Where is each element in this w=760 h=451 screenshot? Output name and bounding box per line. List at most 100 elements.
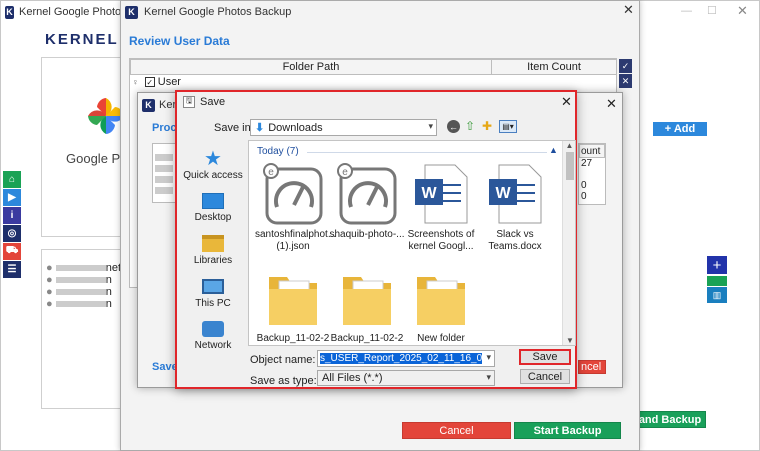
review-window-title: Kernel Google Photos Backup bbox=[144, 6, 292, 18]
file-item[interactable]: W Screenshots of kernel Googl... bbox=[403, 163, 479, 253]
object-name-label: Object name: bbox=[250, 354, 316, 366]
cancel-save-button[interactable]: Cancel bbox=[520, 369, 570, 384]
file-item[interactable]: e shaquib-photo-... bbox=[329, 163, 405, 241]
kernel-app-icon: K bbox=[5, 5, 14, 19]
folder-item[interactable]: Backup_11-02-2 bbox=[329, 267, 405, 345]
process-count-column: ount 27 0 0 bbox=[578, 143, 606, 205]
info-icon[interactable]: i bbox=[3, 207, 21, 224]
svg-text:W: W bbox=[495, 185, 511, 202]
video-icon[interactable]: ▶ bbox=[3, 189, 21, 206]
kernel-logo: KERNEL bbox=[45, 31, 119, 48]
report-icon[interactable]: ☰ bbox=[3, 261, 21, 278]
main-titlebar: K Kernel Google Photos Backup bbox=[5, 3, 121, 21]
downloads-icon: ⬇ bbox=[255, 122, 265, 134]
tree-root-row[interactable]: ♀ ✓ User bbox=[132, 76, 181, 88]
chevron-down-icon: ▾ bbox=[486, 372, 491, 382]
object-name-input[interactable]: s_USER_Report_2025_02_11_16_08_54.csv ▾ bbox=[317, 350, 495, 367]
select-all-icon[interactable]: ✓ bbox=[619, 59, 632, 73]
folder-icon bbox=[337, 267, 397, 329]
save-in-label: Save in: bbox=[214, 122, 254, 134]
svg-text:e: e bbox=[342, 167, 348, 178]
places-bar: ★ Quick access Desktop Libraries This PC… bbox=[178, 142, 248, 354]
save-dialog-title: Save bbox=[200, 96, 226, 108]
save-titlebar: 🖫 Save bbox=[183, 96, 225, 108]
save-dialog: 🖫 Save ✕ Save in: ⬇ Downloads ▾ ← ⇧ ✚ ▤▾… bbox=[175, 90, 577, 389]
collapse-icon[interactable]: ▲ bbox=[549, 145, 558, 155]
email-row[interactable]: ● n bbox=[46, 286, 112, 298]
support-icon[interactable]: ◎ bbox=[3, 225, 21, 242]
libraries-place[interactable]: Libraries bbox=[178, 232, 248, 266]
json-file-icon: e bbox=[263, 163, 323, 225]
group-header: Today (7) bbox=[257, 146, 299, 157]
review-titlebar: K Kernel Google Photos Backup bbox=[125, 3, 525, 21]
start-backup-main-button[interactable]: and Backup bbox=[634, 411, 706, 428]
star-icon: ★ bbox=[204, 148, 222, 170]
item-count-header: Item Count bbox=[491, 59, 617, 75]
new-folder-icon[interactable]: ✚ bbox=[482, 119, 492, 133]
quick-access-place[interactable]: ★ Quick access bbox=[178, 148, 248, 181]
save-button[interactable]: Save bbox=[519, 349, 571, 365]
home-icon[interactable]: ⌂ bbox=[3, 171, 21, 188]
chevron-down-icon[interactable]: ▾ bbox=[486, 352, 491, 363]
folder-icon bbox=[263, 267, 323, 329]
scroll-thumb[interactable] bbox=[565, 152, 574, 180]
cart-icon[interactable]: ⛟ bbox=[3, 243, 21, 260]
deselect-all-icon[interactable]: ✕ bbox=[619, 74, 632, 88]
email-row[interactable]: ● net bbox=[46, 262, 121, 274]
back-icon[interactable]: ← bbox=[447, 120, 460, 133]
svg-text:W: W bbox=[421, 185, 437, 202]
process-cancel-button[interactable]: ncel bbox=[578, 360, 606, 374]
save-as-type-label: Save as type: bbox=[250, 375, 317, 387]
start-backup-button[interactable]: Start Backup bbox=[514, 422, 621, 439]
folder-path-header: Folder Path bbox=[130, 59, 492, 75]
maximize-icon[interactable]: ☐ bbox=[707, 4, 717, 17]
process-table-left bbox=[152, 143, 176, 203]
chevron-down-icon: ▾ bbox=[428, 121, 433, 131]
cancel-button[interactable]: Cancel bbox=[402, 422, 511, 439]
kernel-app-icon: K bbox=[142, 98, 155, 112]
google-photos-label: Google P bbox=[66, 151, 121, 166]
review-heading: Review User Data bbox=[129, 34, 230, 48]
file-item[interactable]: W Slack vs Teams.docx bbox=[477, 163, 553, 253]
vertical-scrollbar[interactable]: ▲ ▼ bbox=[562, 141, 575, 345]
json-file-icon: e bbox=[337, 163, 397, 225]
view-menu-icon[interactable]: ▤▾ bbox=[499, 120, 517, 133]
trash-icon[interactable]: ▥ bbox=[707, 287, 727, 303]
minus-icon[interactable] bbox=[707, 276, 727, 286]
close-icon[interactable]: ✕ bbox=[737, 3, 748, 19]
email-row[interactable]: ● n bbox=[46, 274, 112, 286]
svg-text:e: e bbox=[268, 167, 274, 178]
add-button[interactable]: + Add bbox=[653, 122, 707, 136]
network-icon bbox=[202, 321, 224, 337]
network-place[interactable]: Network bbox=[178, 318, 248, 351]
save-in-dropdown[interactable]: ⬇ Downloads ▾ bbox=[250, 119, 437, 136]
folder-item[interactable]: New folder bbox=[403, 267, 479, 345]
scroll-down-icon[interactable]: ▼ bbox=[566, 336, 574, 345]
word-file-icon: W bbox=[411, 163, 471, 225]
file-list: Today (7) ▲ e santoshfinalphot... (1).js… bbox=[248, 140, 576, 346]
minimize-icon[interactable]: — bbox=[681, 5, 692, 17]
email-row[interactable]: ● n bbox=[46, 298, 112, 310]
tree-checkbox[interactable]: ✓ bbox=[144, 77, 155, 87]
tree-expand-icon[interactable]: ♀ bbox=[132, 77, 139, 87]
process-close-icon[interactable]: ✕ bbox=[606, 96, 617, 112]
email-list-panel: ● net ● n ● n ● n bbox=[41, 249, 126, 409]
up-folder-icon[interactable]: ⇧ bbox=[465, 119, 475, 133]
save-close-icon[interactable]: ✕ bbox=[561, 94, 572, 110]
file-item[interactable]: e santoshfinalphot... (1).json bbox=[255, 163, 336, 253]
group-divider bbox=[307, 152, 547, 153]
folder-item[interactable]: Backup_11-02-2 bbox=[255, 267, 331, 345]
save-as-type-dropdown[interactable]: All Files (*.*) ▾ bbox=[317, 370, 495, 386]
kernel-app-icon: K bbox=[125, 5, 138, 19]
review-close-icon[interactable]: ✕ bbox=[623, 2, 634, 18]
word-file-icon: W bbox=[485, 163, 545, 225]
save-dialog-icon: 🖫 bbox=[183, 96, 195, 108]
scroll-up-icon[interactable]: ▲ bbox=[563, 141, 575, 150]
this-pc-place[interactable]: This PC bbox=[178, 275, 248, 309]
libraries-icon bbox=[202, 235, 224, 252]
main-window-title: Kernel Google Photos Backup bbox=[19, 6, 121, 18]
add-item-icon[interactable]: + bbox=[707, 256, 727, 274]
desktop-icon bbox=[202, 193, 224, 209]
this-pc-icon bbox=[202, 279, 224, 294]
desktop-place[interactable]: Desktop bbox=[178, 190, 248, 223]
